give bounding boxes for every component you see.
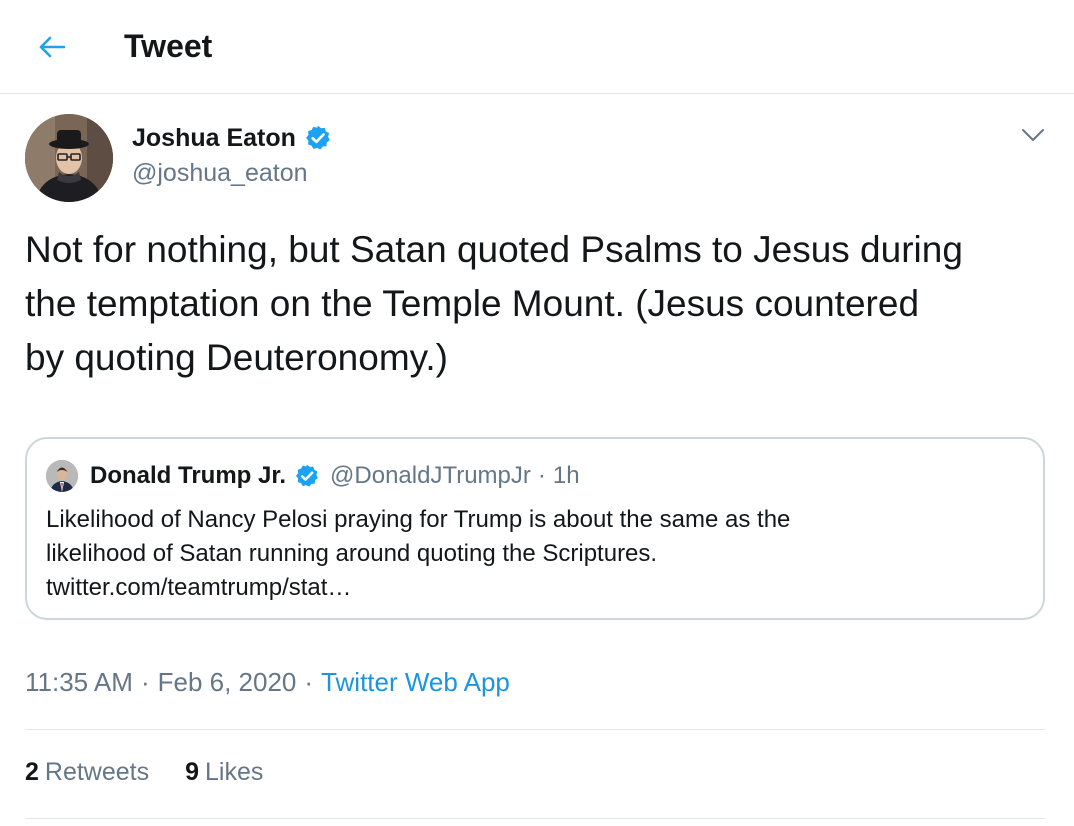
avatar[interactable] [25, 114, 113, 202]
page-header: Tweet [0, 0, 1074, 94]
page-title: Tweet [124, 28, 213, 64]
arrow-left-icon [39, 36, 66, 58]
retweets-stat[interactable]: 2 Retweets [25, 754, 149, 790]
quoted-timestamp[interactable]: 1h [553, 462, 580, 490]
quoted-separator: · [537, 462, 546, 489]
likes-count: 9 [185, 758, 200, 786]
tweet-stats: 2 Retweets 9 Likes [25, 754, 263, 790]
quoted-avatar-image [46, 460, 78, 492]
divider [25, 818, 1045, 819]
avatar-image [25, 114, 113, 202]
more-options-button[interactable] [1013, 118, 1053, 152]
author-name-text: Joshua Eaton [132, 124, 296, 152]
tweet-date[interactable]: Feb 6, 2020 [158, 667, 297, 697]
author-handle[interactable]: @joshua_eaton [132, 157, 308, 189]
tweet-time[interactable]: 11:35 AM [25, 667, 133, 697]
retweets-count: 2 [25, 758, 39, 786]
tweet-source-link[interactable]: Twitter Web App [321, 667, 510, 697]
quoted-avatar [46, 460, 78, 492]
quoted-tweet-text: Likelihood of Nancy Pelosi praying for T… [46, 506, 791, 601]
quoted-tweet[interactable]: Donald Trump Jr. @DonaldJTrumpJr · 1h Li… [25, 437, 1045, 620]
tweet-text: Not for nothing, but Satan quoted Psalms… [25, 229, 963, 378]
back-button[interactable] [30, 27, 74, 67]
quoted-tweet-header: Donald Trump Jr. @DonaldJTrumpJr · 1h [46, 459, 580, 493]
retweets-label: Retweets [44, 758, 150, 786]
likes-stat[interactable]: 9 Likes [185, 754, 263, 790]
tweet-page: Tweet Joshua Eaton @joshua_eaton Not for… [0, 0, 1074, 826]
verified-badge-icon [306, 125, 330, 150]
chevron-down-icon [1022, 129, 1044, 141]
author-name[interactable]: Joshua Eaton [132, 122, 332, 154]
divider [25, 729, 1045, 730]
tweet-meta: 11:35 AM · Feb 6, 2020 · Twitter Web App [25, 664, 510, 700]
quoted-author-handle: @DonaldJTrumpJr [330, 462, 531, 489]
likes-label: Likes [205, 758, 264, 786]
verified-badge-icon [296, 464, 318, 487]
quoted-verified [294, 463, 320, 489]
meta-separator: · [304, 667, 314, 697]
quoted-author-name: Donald Trump Jr. [90, 462, 287, 489]
meta-separator: · [140, 667, 150, 697]
